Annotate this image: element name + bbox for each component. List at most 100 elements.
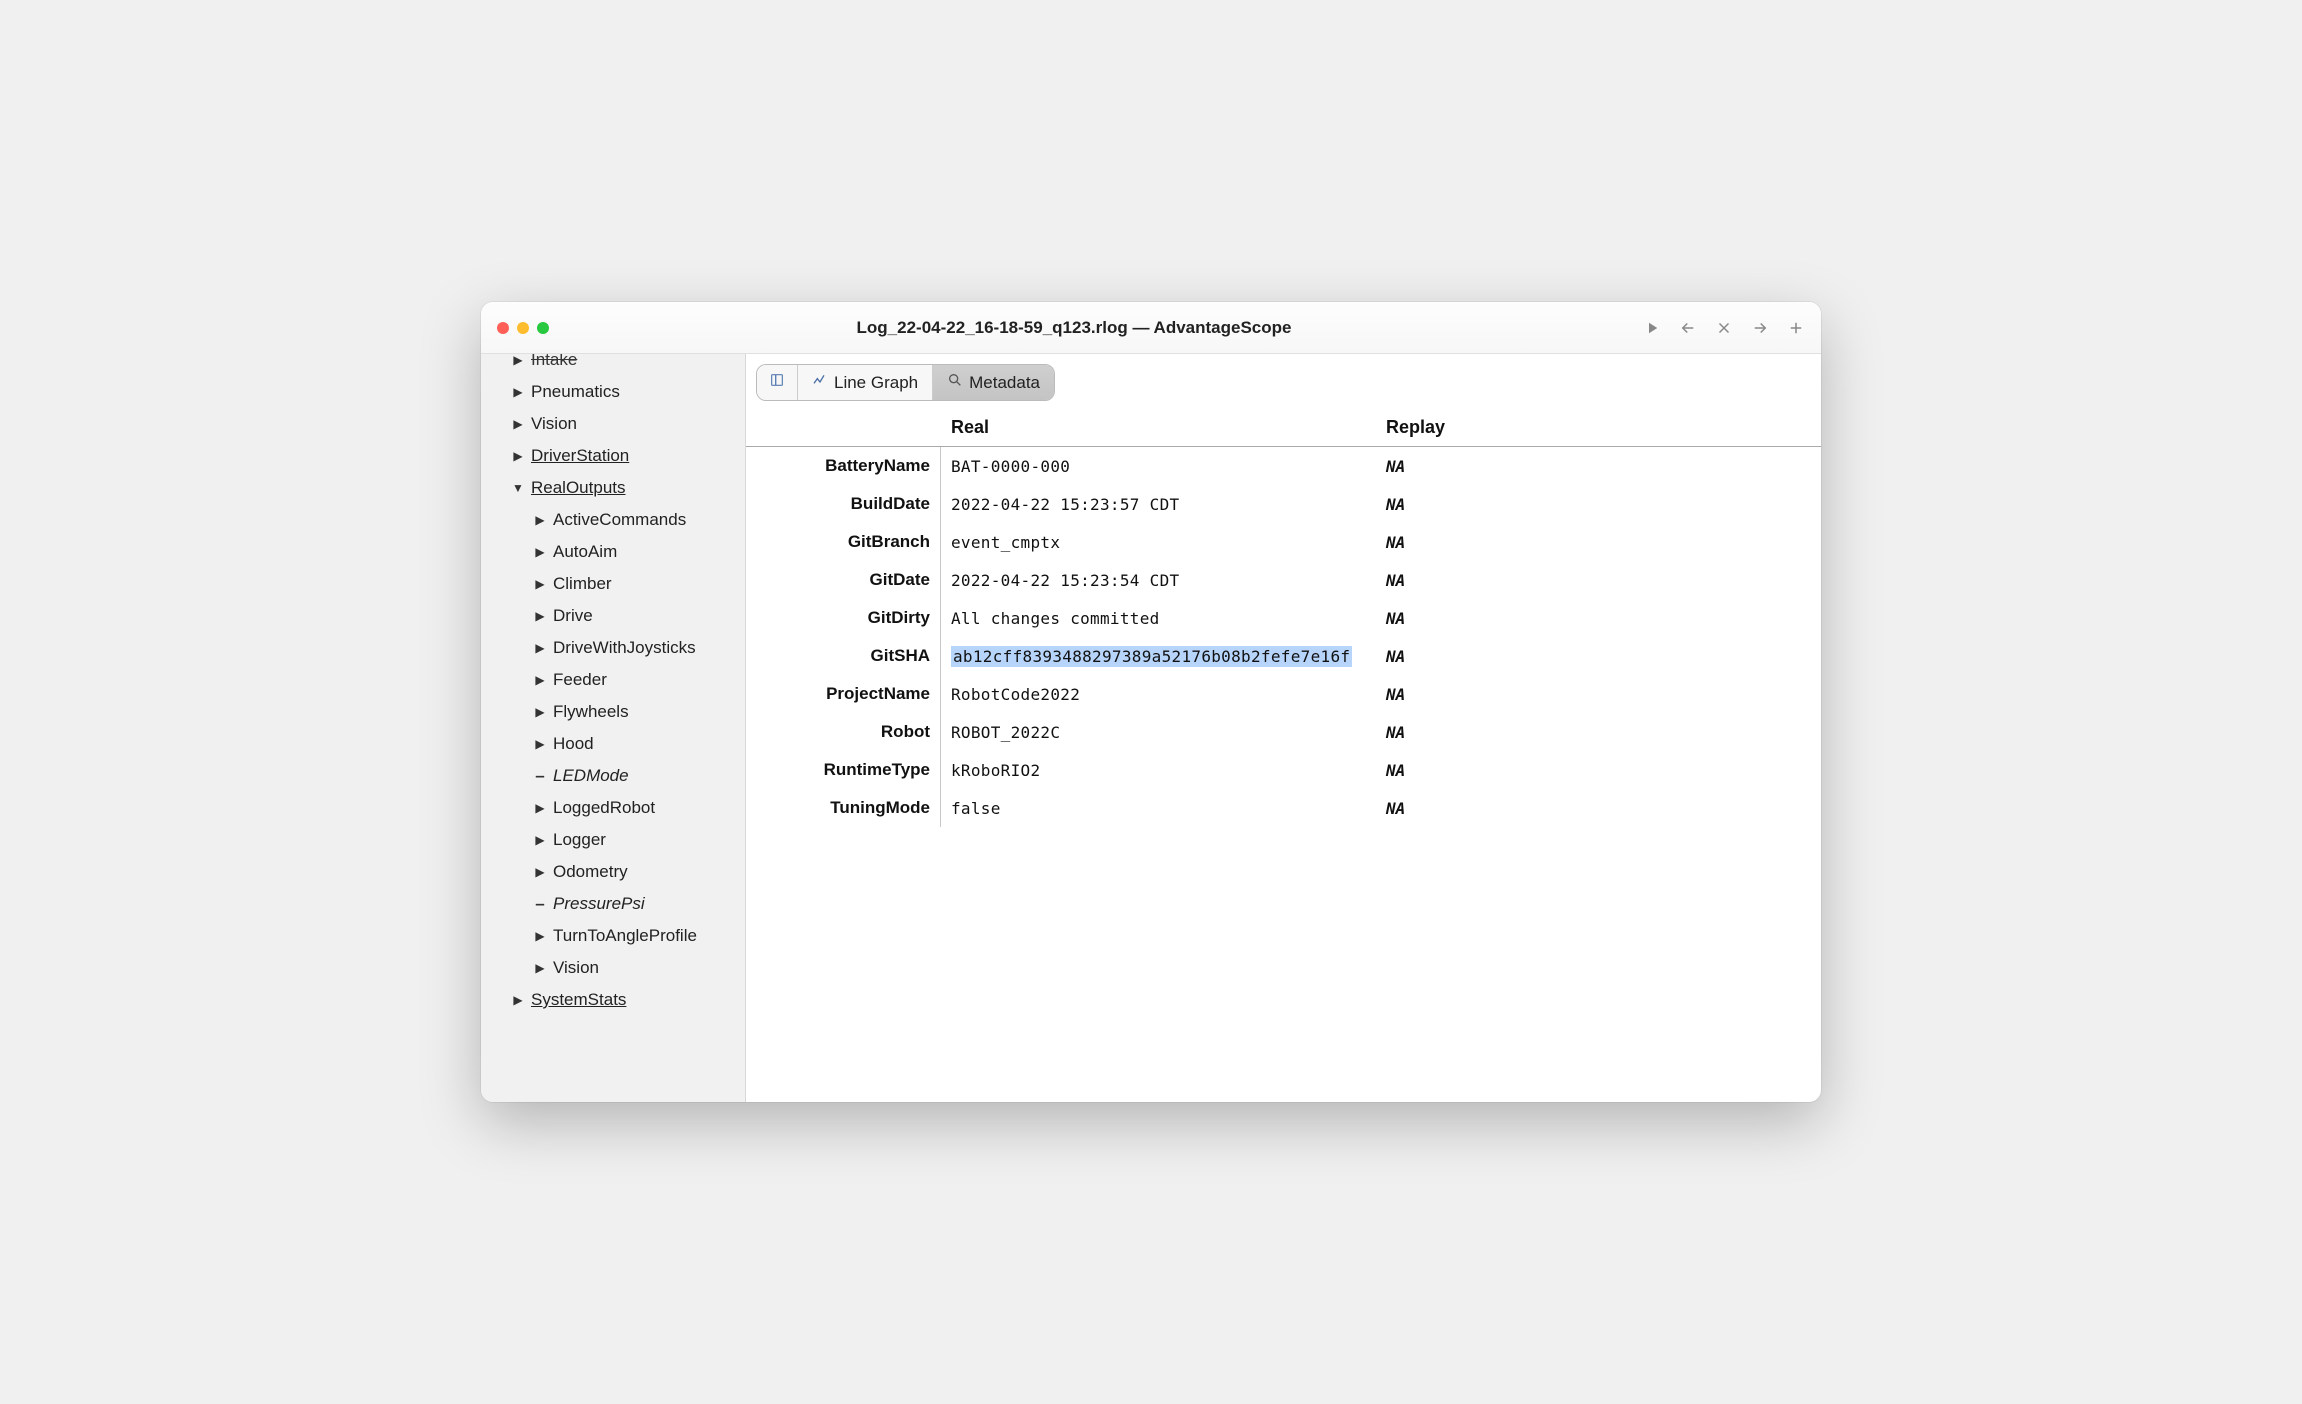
tab-bar: Line Graph Metadata: [746, 354, 1821, 401]
sidebar-item[interactable]: ▶ LoggedRobot: [481, 792, 745, 824]
sidebar-item-label: LEDMode: [553, 766, 629, 786]
metadata-real-value[interactable]: ab12cff8393488297389a52176b08b2fefe7e16f: [941, 643, 1376, 670]
tab-line-graph[interactable]: Line Graph: [798, 365, 933, 400]
metadata-replay-value[interactable]: NA: [1376, 795, 1821, 822]
metadata-row: TuningModefalseNA: [746, 789, 1821, 827]
chevron-right-icon: ▶: [511, 354, 525, 367]
metadata-replay-value[interactable]: NA: [1376, 491, 1821, 518]
metadata-replay-value[interactable]: NA: [1376, 453, 1821, 480]
window-title: Log_22-04-22_16-18-59_q123.rlog — Advant…: [505, 318, 1643, 338]
book-icon: [769, 372, 785, 393]
metadata-real-value[interactable]: false: [941, 795, 1376, 822]
metadata-real-value[interactable]: kRoboRIO2: [941, 757, 1376, 784]
sidebar-item[interactable]: ▶TurnToAngleProfile: [481, 920, 745, 952]
columns-header: Real Replay: [746, 417, 1821, 447]
tab-metadata[interactable]: Metadata: [933, 365, 1054, 400]
metadata-real-value[interactable]: All changes committed: [941, 605, 1376, 632]
sidebar-item[interactable]: –LEDMode: [481, 760, 745, 792]
sidebar-item[interactable]: ▶AutoAim: [481, 536, 745, 568]
search-icon: [947, 372, 963, 393]
sidebar-item-label: Drive: [553, 606, 593, 626]
metadata-replay-value[interactable]: NA: [1376, 605, 1821, 632]
sidebar-item-label: Pneumatics: [531, 382, 620, 402]
sidebar-item[interactable]: ▶ DriveWithJoysticks: [481, 632, 745, 664]
metadata-real-value[interactable]: 2022-04-22 15:23:54 CDT: [941, 567, 1376, 594]
close-icon[interactable]: [1715, 319, 1733, 337]
sidebar-item[interactable]: ▶Intake: [481, 354, 745, 376]
sidebar-item-label: Logger: [553, 830, 606, 850]
metadata-replay-value[interactable]: NA: [1376, 681, 1821, 708]
metadata-row: GitDate2022-04-22 15:23:54 CDTNA: [746, 561, 1821, 599]
tab-label: Metadata: [969, 373, 1040, 393]
sidebar-item[interactable]: ▶Hood: [481, 728, 745, 760]
titlebar: Log_22-04-22_16-18-59_q123.rlog — Advant…: [481, 302, 1821, 354]
metadata-table: BatteryNameBAT-0000-000NABuildDate2022-0…: [746, 447, 1821, 1102]
metadata-replay-value[interactable]: NA: [1376, 757, 1821, 784]
sidebar-item[interactable]: ▶ActiveCommands: [481, 504, 745, 536]
metadata-real-value[interactable]: 2022-04-22 15:23:57 CDT: [941, 491, 1376, 518]
chevron-right-icon: ▶: [533, 737, 547, 751]
sidebar-item[interactable]: ▶Flywheels: [481, 696, 745, 728]
metadata-replay-value[interactable]: NA: [1376, 719, 1821, 746]
sidebar-item-label: Feeder: [553, 670, 607, 690]
tab-book[interactable]: [757, 365, 798, 400]
sidebar[interactable]: ▶Intake▶Pneumatics▶Vision▶DriverStation▼…: [481, 354, 746, 1102]
arrow-right-icon[interactable]: [1751, 319, 1769, 337]
chevron-right-icon: ▶: [533, 545, 547, 559]
metadata-key: TuningMode: [746, 789, 941, 827]
chevron-right-icon: ▶: [533, 865, 547, 879]
metadata-real-value[interactable]: ROBOT_2022C: [941, 719, 1376, 746]
sidebar-item-label: SystemStats: [531, 990, 626, 1010]
sidebar-item[interactable]: –PressurePsi: [481, 888, 745, 920]
sidebar-item-label: RealOutputs: [531, 478, 626, 498]
play-icon[interactable]: [1643, 319, 1661, 337]
sidebar-item[interactable]: ▶ Pneumatics: [481, 376, 745, 408]
metadata-key: BuildDate: [746, 485, 941, 523]
chevron-right-icon: ▶: [533, 577, 547, 591]
sidebar-item-label: ActiveCommands: [553, 510, 686, 530]
sidebar-item[interactable]: ▶Vision: [481, 408, 745, 440]
metadata-replay-value[interactable]: NA: [1376, 643, 1821, 670]
metadata-row: BatteryNameBAT-0000-000NA: [746, 447, 1821, 485]
chevron-right-icon: ▶: [511, 993, 525, 1007]
metadata-real-value[interactable]: RobotCode2022: [941, 681, 1376, 708]
col-header-real: Real: [941, 417, 1376, 446]
sidebar-item[interactable]: ▶Logger: [481, 824, 745, 856]
highlighted-text: ab12cff8393488297389a52176b08b2fefe7e16f: [951, 646, 1352, 667]
arrow-left-icon[interactable]: [1679, 319, 1697, 337]
metadata-row: RobotROBOT_2022CNA: [746, 713, 1821, 751]
sidebar-item[interactable]: ▶Odometry: [481, 856, 745, 888]
metadata-key: GitDirty: [746, 599, 941, 637]
sidebar-item[interactable]: ▶Climber: [481, 568, 745, 600]
title-actions: [1643, 319, 1805, 337]
chevron-right-icon: ▶: [533, 673, 547, 687]
sidebar-item[interactable]: ▶Vision: [481, 952, 745, 984]
leaf-icon: –: [533, 766, 547, 786]
metadata-row: ProjectNameRobotCode2022NA: [746, 675, 1821, 713]
chevron-right-icon: ▶: [533, 801, 547, 815]
sidebar-item-label: Vision: [553, 958, 599, 978]
metadata-key: BatteryName: [746, 447, 941, 485]
metadata-key: ProjectName: [746, 675, 941, 713]
metadata-replay-value[interactable]: NA: [1376, 529, 1821, 556]
sidebar-item-label: DriverStation: [531, 446, 629, 466]
chart-icon: [812, 372, 828, 393]
sidebar-item-label: Vision: [531, 414, 577, 434]
plus-icon[interactable]: [1787, 319, 1805, 337]
tab-group: Line Graph Metadata: [756, 364, 1055, 401]
metadata-real-value[interactable]: BAT-0000-000: [941, 453, 1376, 480]
metadata-replay-value[interactable]: NA: [1376, 567, 1821, 594]
sidebar-item-label: LoggedRobot: [553, 798, 655, 818]
tab-label: Line Graph: [834, 373, 918, 393]
chevron-right-icon: ▶: [533, 641, 547, 655]
sidebar-item[interactable]: ▶DriverStation: [481, 440, 745, 472]
sidebar-item[interactable]: ▼RealOutputs: [481, 472, 745, 504]
sidebar-item[interactable]: ▶ Feeder: [481, 664, 745, 696]
sidebar-item[interactable]: ▶Drive: [481, 600, 745, 632]
main-panel: Line Graph Metadata Real Replay BatteryN…: [746, 354, 1821, 1102]
sidebar-item[interactable]: ▶ SystemStats: [481, 984, 745, 1016]
chevron-right-icon: ▶: [533, 705, 547, 719]
sidebar-item-label: DriveWithJoysticks: [553, 638, 696, 658]
metadata-real-value[interactable]: event_cmptx: [941, 529, 1376, 556]
chevron-right-icon: ▶: [511, 385, 525, 399]
